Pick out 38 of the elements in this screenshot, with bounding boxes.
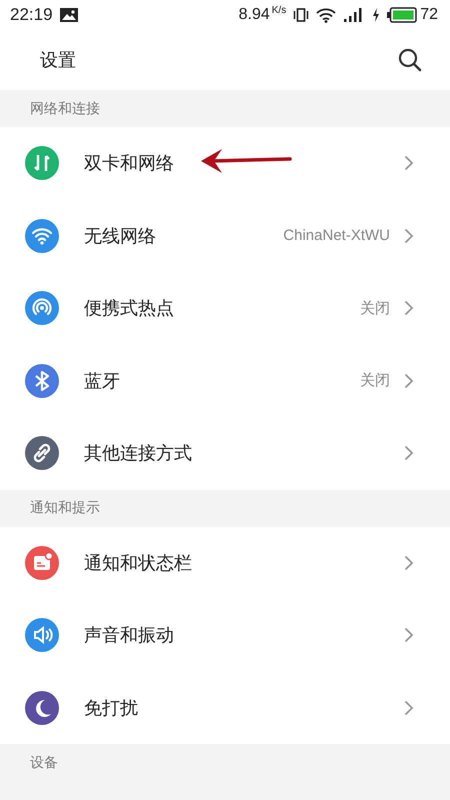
- settings-row[interactable]: 便携式热点 关闭: [0, 272, 450, 344]
- speed-unit: K/s: [272, 5, 286, 16]
- settings-row[interactable]: 蓝牙 关闭: [0, 344, 450, 417]
- battery-percent: 72: [420, 6, 438, 24]
- settings-row[interactable]: 双卡和网络: [0, 127, 450, 200]
- row-label: 双卡和网络: [84, 152, 174, 176]
- chevron-icon: [404, 228, 414, 244]
- page-title: 设置: [40, 49, 76, 72]
- settings-row[interactable]: 无线网络 ChinaNet-XtWU: [0, 200, 450, 272]
- row-label: 蓝牙: [84, 370, 120, 393]
- chevron-icon: [404, 372, 414, 389]
- row-label: 通知和状态栏: [84, 552, 192, 575]
- settings-row[interactable]: 通知和状态栏: [0, 526, 450, 599]
- vibrate-icon: [293, 8, 310, 22]
- row-label: 便携式热点: [84, 297, 174, 320]
- chevron-icon: [404, 445, 414, 462]
- battery-icon: [387, 7, 418, 23]
- charging-icon: [372, 8, 380, 22]
- row-label: 免打扰: [84, 696, 138, 720]
- settings-row[interactable]: 声音和振动: [0, 599, 450, 672]
- settings-row[interactable]: 其他连接方式: [0, 417, 450, 490]
- row-label: 其他连接方式: [84, 442, 192, 466]
- chevron-icon: [404, 554, 414, 571]
- settings-row[interactable]: 免打扰: [0, 672, 450, 744]
- wifi-icon: [316, 8, 336, 22]
- row-value: 关闭: [360, 371, 390, 390]
- chevron-icon: [404, 155, 414, 172]
- chevron-icon: [404, 700, 414, 716]
- image-icon: [60, 8, 78, 22]
- row-value: ChinaNet-XtWU: [283, 227, 390, 244]
- clock-time: 22:19: [10, 5, 53, 25]
- chevron-icon: [404, 300, 414, 316]
- row-label: 声音和振动: [84, 624, 174, 648]
- row-value: 关闭: [360, 298, 390, 318]
- chevron-icon: [404, 627, 414, 644]
- row-label: 无线网络: [84, 224, 156, 248]
- network-speed: 8.94: [238, 6, 270, 24]
- search-icon[interactable]: [398, 48, 422, 72]
